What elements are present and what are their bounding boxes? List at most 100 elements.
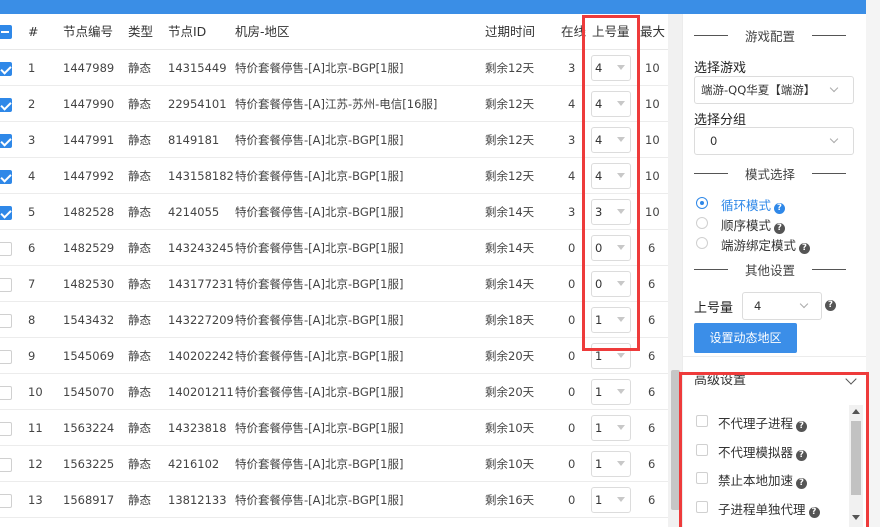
mode-radio[interactable] (696, 237, 708, 249)
help-icon[interactable]: ? (774, 223, 786, 234)
col-expire[interactable]: 过期时间 (485, 14, 535, 50)
row-checkbox[interactable] (0, 98, 12, 112)
table-row[interactable]: 12 1563225 静态 4216102 特价套餐停售-[A]北京-BGP[1服] 剩余… (0, 446, 668, 482)
advanced-option-checkbox[interactable] (696, 415, 708, 427)
row-checkbox[interactable] (0, 242, 12, 256)
help-icon[interactable]: ? (774, 203, 786, 214)
scroll-down-icon[interactable] (852, 515, 860, 520)
advanced-option-label[interactable]: 子进程单独代理? (718, 499, 820, 518)
mode-label[interactable]: 端游绑定模式? (721, 235, 811, 254)
select-all-checkbox[interactable] (0, 25, 12, 39)
row-checkbox[interactable] (0, 314, 12, 328)
advanced-scrollbar-thumb[interactable] (851, 421, 861, 495)
advanced-option-label[interactable]: 禁止本地加速? (718, 470, 808, 489)
table-row[interactable]: 1 1447989 静态 14315449 特价套餐停售-[A]北京-BGP[1服] 剩余… (0, 50, 668, 86)
advanced-option-label[interactable]: 不代理子进程? (718, 413, 808, 432)
row-checkbox[interactable] (0, 386, 12, 400)
table-row[interactable]: 8 1543432 静态 143227209 特价套餐停售-[A]北京-BGP[1服] 剩… (0, 302, 668, 338)
table-scrollbar-thumb[interactable] (671, 370, 680, 510)
row-quota-select[interactable]: 4 (591, 91, 631, 117)
col-online[interactable]: 在线 (561, 14, 586, 50)
help-icon[interactable]: ? (796, 449, 808, 461)
table-row[interactable]: 5 1482528 静态 4214055 特价套餐停售-[A]北京-BGP[1服] 剩余1… (0, 194, 668, 230)
mode-radio[interactable] (696, 197, 708, 209)
row-quota-value: 0 (595, 241, 603, 255)
col-room[interactable]: 机房-地区 (235, 14, 290, 50)
table-row[interactable]: 9 1545069 静态 140202242 特价套餐停售-[A]北京-BGP[1服] 剩… (0, 338, 668, 374)
quota-help-icon[interactable]: ? (825, 300, 836, 311)
advanced-option-checkbox[interactable] (696, 443, 708, 456)
col-max[interactable]: 最大 (640, 14, 665, 50)
row-quota-value: 4 (595, 61, 603, 75)
row-quota-select[interactable]: 4 (591, 55, 631, 81)
col-type[interactable]: 类型 (128, 14, 153, 50)
row-quota-select[interactable]: 1 (591, 307, 631, 333)
quota-dropdown[interactable]: 4 (742, 292, 822, 320)
set-dynamic-region-button[interactable]: 设置动态地区 (694, 323, 797, 353)
row-quota-select[interactable]: 3 (591, 199, 631, 225)
row-checkbox[interactable] (0, 134, 12, 148)
select-group-dropdown[interactable]: 0 (694, 127, 854, 155)
advanced-option-checkbox[interactable] (696, 500, 708, 513)
row-quota-select[interactable]: 1 (591, 415, 631, 441)
table-row[interactable]: 6 1482529 静态 143243245 特价套餐停售-[A]北京-BGP[1服] 剩… (0, 230, 668, 266)
row-room: 特价套餐停售-[A]北京-BGP[1服] (235, 385, 404, 399)
row-quota-select[interactable]: 4 (591, 127, 631, 153)
row-type: 静态 (128, 241, 151, 255)
row-quota-select[interactable]: 4 (591, 163, 631, 189)
advanced-option-checkbox[interactable] (696, 472, 708, 484)
table-row[interactable]: 13 1568917 静态 13812133 特价套餐停售-[A]北京-BGP[1服] 剩… (0, 482, 668, 518)
row-quota-select[interactable]: 1 (591, 343, 631, 369)
table-row[interactable]: 7 1482530 静态 143177231 特价套餐停售-[A]北京-BGP[1服] 剩… (0, 266, 668, 302)
row-node-id: 4214055 (168, 205, 220, 219)
row-node-no: 1563224 (63, 421, 115, 435)
row-quota-select[interactable]: 1 (591, 487, 631, 513)
col-node-id[interactable]: 节点ID (168, 14, 206, 50)
row-node-id: 8149181 (168, 133, 220, 147)
row-checkbox[interactable] (0, 62, 12, 76)
col-quota[interactable]: 上号量 (592, 14, 630, 50)
caret-down-icon (617, 353, 625, 358)
table-row[interactable]: 2 1447990 静态 22954101 特价套餐停售-[A]江苏-苏州-电信[16服… (0, 86, 668, 122)
help-icon[interactable]: ? (808, 506, 820, 518)
row-quota-value: 1 (595, 349, 603, 363)
help-icon[interactable]: ? (796, 421, 808, 432)
select-game-dropdown[interactable]: 端游-QQ华夏【端游】 (694, 76, 854, 104)
row-quota-select[interactable]: 1 (591, 451, 631, 477)
row-checkbox[interactable] (0, 170, 12, 184)
mode-label[interactable]: 循环模式? (721, 195, 786, 214)
row-checkbox[interactable] (0, 278, 12, 292)
advanced-option-label[interactable]: 不代理模拟器? (718, 442, 808, 461)
scroll-up-icon[interactable] (852, 409, 860, 414)
col-node-no[interactable]: 节点编号 (63, 14, 113, 50)
row-expire: 剩余12天 (485, 97, 535, 111)
row-checkbox[interactable] (0, 422, 12, 436)
table-row[interactable]: 3 1447991 静态 8149181 特价套餐停售-[A]北京-BGP[1服] 剩余1… (0, 122, 668, 158)
advanced-settings-title[interactable]: 高级设置 (694, 372, 746, 390)
row-quota-select[interactable]: 0 (591, 235, 631, 261)
table-row[interactable]: 11 1563224 静态 14323818 特价套餐停售-[A]北京-BGP[1服] 剩… (0, 410, 668, 446)
row-expire: 剩余14天 (485, 241, 535, 255)
row-quota-value: 4 (595, 97, 603, 111)
help-icon[interactable]: ? (796, 478, 808, 489)
row-type: 静态 (128, 205, 151, 219)
table-row[interactable]: 10 1545070 静态 140201211 特价套餐停售-[A]北京-BGP[1服]… (0, 374, 668, 410)
row-node-no: 1482530 (63, 277, 115, 291)
help-icon[interactable]: ? (799, 243, 811, 254)
row-checkbox[interactable] (0, 206, 12, 220)
table-row[interactable]: 4 1447992 静态 143158182 特价套餐停售-[A]北京-BGP[1服] 剩… (0, 158, 668, 194)
row-num: 7 (28, 277, 36, 291)
caret-down-icon (617, 281, 625, 286)
row-online: 0 (568, 313, 576, 327)
row-checkbox[interactable] (0, 350, 12, 364)
mode-label[interactable]: 顺序模式? (721, 215, 786, 234)
row-checkbox[interactable] (0, 458, 12, 472)
row-num: 13 (28, 493, 43, 507)
row-quota-select[interactable]: 1 (591, 379, 631, 405)
row-num: 1 (28, 61, 36, 75)
row-num: 11 (28, 421, 43, 435)
row-quota-select[interactable]: 0 (591, 271, 631, 297)
mode-radio[interactable] (696, 217, 708, 229)
row-checkbox[interactable] (0, 494, 12, 508)
row-quota-value: 1 (595, 493, 603, 507)
